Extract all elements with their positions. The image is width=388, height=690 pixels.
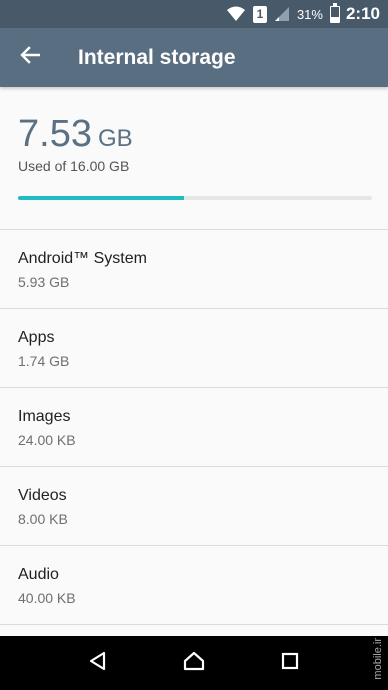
battery-icon	[329, 2, 340, 23]
list-item-audio[interactable]: Audio 40.00 KB	[0, 545, 388, 624]
home-icon	[183, 651, 205, 676]
back-button[interactable]	[0, 28, 60, 87]
battery-percent: 31%	[296, 6, 323, 22]
list-item-apps[interactable]: Apps 1.74 GB	[0, 308, 388, 387]
wifi-icon	[226, 6, 246, 22]
storage-progress-bar	[18, 196, 372, 200]
item-size: 8.00 KB	[18, 511, 68, 527]
app-toolbar: Internal storage	[0, 28, 388, 87]
status-bar: 1 31% 2:10	[0, 0, 388, 28]
storage-category-list: Android™ System 5.93 GB Apps 1.74 GB Ima…	[0, 229, 388, 690]
triangle-back-icon	[88, 651, 108, 676]
item-size: 1.74 GB	[18, 353, 70, 369]
watermark: mobile.ir	[372, 638, 384, 680]
clock: 2:10	[345, 4, 380, 23]
item-name: Videos	[18, 487, 67, 504]
item-name: Apps	[18, 329, 55, 346]
sim-icon: 1	[252, 5, 267, 23]
list-item-android-system[interactable]: Android™ System 5.93 GB	[0, 229, 388, 308]
nav-back-button[interactable]	[74, 639, 122, 687]
storage-progress-fill	[18, 196, 185, 200]
item-size: 24.00 KB	[18, 432, 76, 448]
list-item-images[interactable]: Images 24.00 KB	[0, 387, 388, 466]
used-value: 7.53 GB	[18, 113, 133, 156]
square-recents-icon	[281, 652, 299, 675]
used-caption: Used of 16.00 GB	[18, 158, 130, 174]
navigation-bar: mobile.ir	[0, 636, 388, 690]
item-size: 5.93 GB	[18, 274, 70, 290]
page-title: Internal storage	[78, 45, 236, 69]
used-number: 7.53	[18, 113, 92, 155]
arrow-back-icon	[20, 46, 41, 69]
signal-icon	[274, 6, 290, 22]
nav-recents-button[interactable]	[266, 639, 314, 687]
used-unit: GB	[97, 125, 133, 152]
item-name: Audio	[18, 566, 59, 583]
item-size: 40.00 KB	[18, 590, 76, 606]
item-name: Android™ System	[18, 250, 147, 267]
list-item-videos[interactable]: Videos 8.00 KB	[0, 466, 388, 545]
nav-home-button[interactable]	[170, 639, 218, 687]
item-name: Images	[18, 408, 71, 425]
storage-summary: 7.53 GB Used of 16.00 GB	[0, 87, 388, 229]
